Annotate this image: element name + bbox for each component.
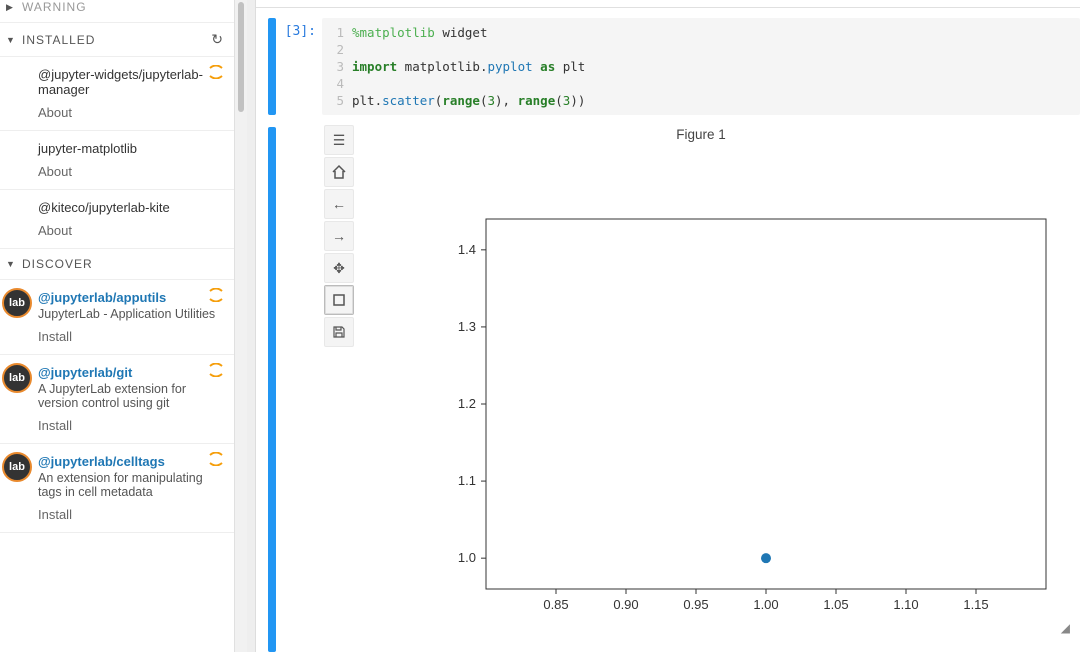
svg-text:1.05: 1.05 bbox=[823, 597, 848, 612]
code-content[interactable]: %matplotlib widget import matplotlib.pyp… bbox=[352, 24, 1080, 109]
notebook-top-rule bbox=[256, 0, 1080, 8]
mpl-forward-button[interactable]: → bbox=[324, 221, 354, 251]
ext-action-install[interactable]: Install bbox=[38, 418, 222, 433]
svg-text:1.4: 1.4 bbox=[458, 242, 476, 257]
installed-ext-item[interactable]: @jupyter-widgets/jupyterlab-manager Abou… bbox=[0, 57, 234, 131]
mpl-save-button[interactable] bbox=[324, 317, 354, 347]
code-cell[interactable]: [3]: 1 2 3 4 5 %matplotlib widget import… bbox=[256, 18, 1080, 115]
extension-manager-sidebar: ▶ WARNING ▼ INSTALLED ↻ @jupyter-widgets… bbox=[0, 0, 235, 652]
svg-text:1.10: 1.10 bbox=[893, 597, 918, 612]
jupyter-icon bbox=[208, 363, 224, 377]
installed-ext-item[interactable]: @kiteco/jupyterlab-kite About bbox=[0, 190, 234, 249]
resize-handle-icon[interactable]: ◢ bbox=[1061, 621, 1070, 635]
mpl-menu-button[interactable]: ☰ bbox=[324, 125, 354, 155]
chart-canvas[interactable]: 1.0 1.1 1.2 1.3 1.4 0.85 0.90 0.95 1.00 1.05 1.10 1… bbox=[426, 209, 1066, 629]
ext-title-link[interactable]: @jupyterlab/celltags bbox=[38, 454, 222, 469]
mpl-home-button[interactable] bbox=[324, 157, 354, 187]
ext-action-about[interactable]: About bbox=[38, 164, 222, 179]
notebook-area: [3]: 1 2 3 4 5 %matplotlib widget import… bbox=[256, 0, 1080, 652]
ext-title-link[interactable]: @jupyterlab/git bbox=[38, 365, 222, 380]
discover-ext-item[interactable]: lab @jupyterlab/apputils JupyterLab - Ap… bbox=[0, 280, 234, 355]
jupyter-icon bbox=[208, 452, 224, 466]
mpl-zoom-button[interactable] bbox=[324, 285, 354, 315]
svg-text:0.95: 0.95 bbox=[683, 597, 708, 612]
lab-badge-icon: lab bbox=[2, 363, 32, 393]
svg-text:1.00: 1.00 bbox=[753, 597, 778, 612]
section-label: INSTALLED bbox=[22, 33, 95, 47]
svg-text:1.2: 1.2 bbox=[458, 396, 476, 411]
ext-action-about[interactable]: About bbox=[38, 105, 222, 120]
chevron-down-icon: ▼ bbox=[6, 259, 16, 269]
figure-title: Figure 1 bbox=[322, 121, 1080, 142]
refresh-icon[interactable]: ↻ bbox=[211, 31, 224, 48]
svg-text:1.15: 1.15 bbox=[963, 597, 988, 612]
ext-title: @jupyter-widgets/jupyterlab-manager bbox=[38, 67, 222, 97]
output-indicator bbox=[268, 127, 276, 652]
mpl-pan-button[interactable]: ✥ bbox=[324, 253, 354, 283]
section-warning[interactable]: ▶ WARNING bbox=[0, 0, 234, 23]
discover-ext-item[interactable]: lab @jupyterlab/git A JupyterLab extensi… bbox=[0, 355, 234, 444]
ext-title: @kiteco/jupyterlab-kite bbox=[38, 200, 222, 215]
discover-ext-item[interactable]: lab @jupyterlab/celltags An extension fo… bbox=[0, 444, 234, 533]
svg-text:0.85: 0.85 bbox=[543, 597, 568, 612]
chevron-down-icon: ▼ bbox=[6, 35, 16, 45]
section-label: WARNING bbox=[22, 0, 87, 14]
ext-title-link[interactable]: @jupyterlab/apputils bbox=[38, 290, 222, 305]
chevron-right-icon: ▶ bbox=[6, 2, 16, 13]
svg-text:1.3: 1.3 bbox=[458, 319, 476, 334]
mpl-toolbar: ☰ ← → ✥ bbox=[324, 125, 354, 347]
lab-badge-icon: lab bbox=[2, 288, 32, 318]
section-discover[interactable]: ▼ DISCOVER bbox=[0, 249, 234, 280]
ext-description: A JupyterLab extension for version contr… bbox=[38, 382, 222, 410]
ext-description: An extension for manipulating tags in ce… bbox=[38, 471, 222, 499]
ext-description: JupyterLab - Application Utilities bbox=[38, 307, 222, 321]
cell-output: Figure 1 ☰ ← → ✥ 1.0 1.1 1.2 1.3 1.4 0.85 0.90… bbox=[256, 121, 1080, 652]
ext-action-about[interactable]: About bbox=[38, 223, 222, 238]
panel-divider[interactable] bbox=[247, 0, 256, 652]
svg-text:1.0: 1.0 bbox=[458, 550, 476, 565]
svg-text:0.90: 0.90 bbox=[613, 597, 638, 612]
section-installed[interactable]: ▼ INSTALLED ↻ bbox=[0, 23, 234, 57]
section-label: DISCOVER bbox=[22, 257, 93, 271]
ext-title: jupyter-matplotlib bbox=[38, 141, 222, 156]
sidebar-scrollbar[interactable] bbox=[235, 0, 247, 652]
figure-output[interactable]: Figure 1 ☰ ← → ✥ 1.0 1.1 1.2 1.3 1.4 0.85 0.90… bbox=[322, 121, 1080, 641]
ext-action-install[interactable]: Install bbox=[38, 329, 222, 344]
lab-badge-icon: lab bbox=[2, 452, 32, 482]
output-prompt-spacer bbox=[280, 121, 322, 127]
jupyter-icon bbox=[208, 65, 224, 79]
code-editor[interactable]: 1 2 3 4 5 %matplotlib widget import matp… bbox=[322, 18, 1080, 115]
mpl-back-button[interactable]: ← bbox=[324, 189, 354, 219]
ext-action-install[interactable]: Install bbox=[38, 507, 222, 522]
jupyter-icon bbox=[208, 288, 224, 302]
line-numbers: 1 2 3 4 5 bbox=[322, 24, 352, 109]
svg-text:1.1: 1.1 bbox=[458, 473, 476, 488]
installed-ext-item[interactable]: jupyter-matplotlib About bbox=[0, 131, 234, 190]
cell-prompt: [3]: bbox=[280, 18, 322, 39]
cell-run-indicator bbox=[268, 18, 276, 115]
